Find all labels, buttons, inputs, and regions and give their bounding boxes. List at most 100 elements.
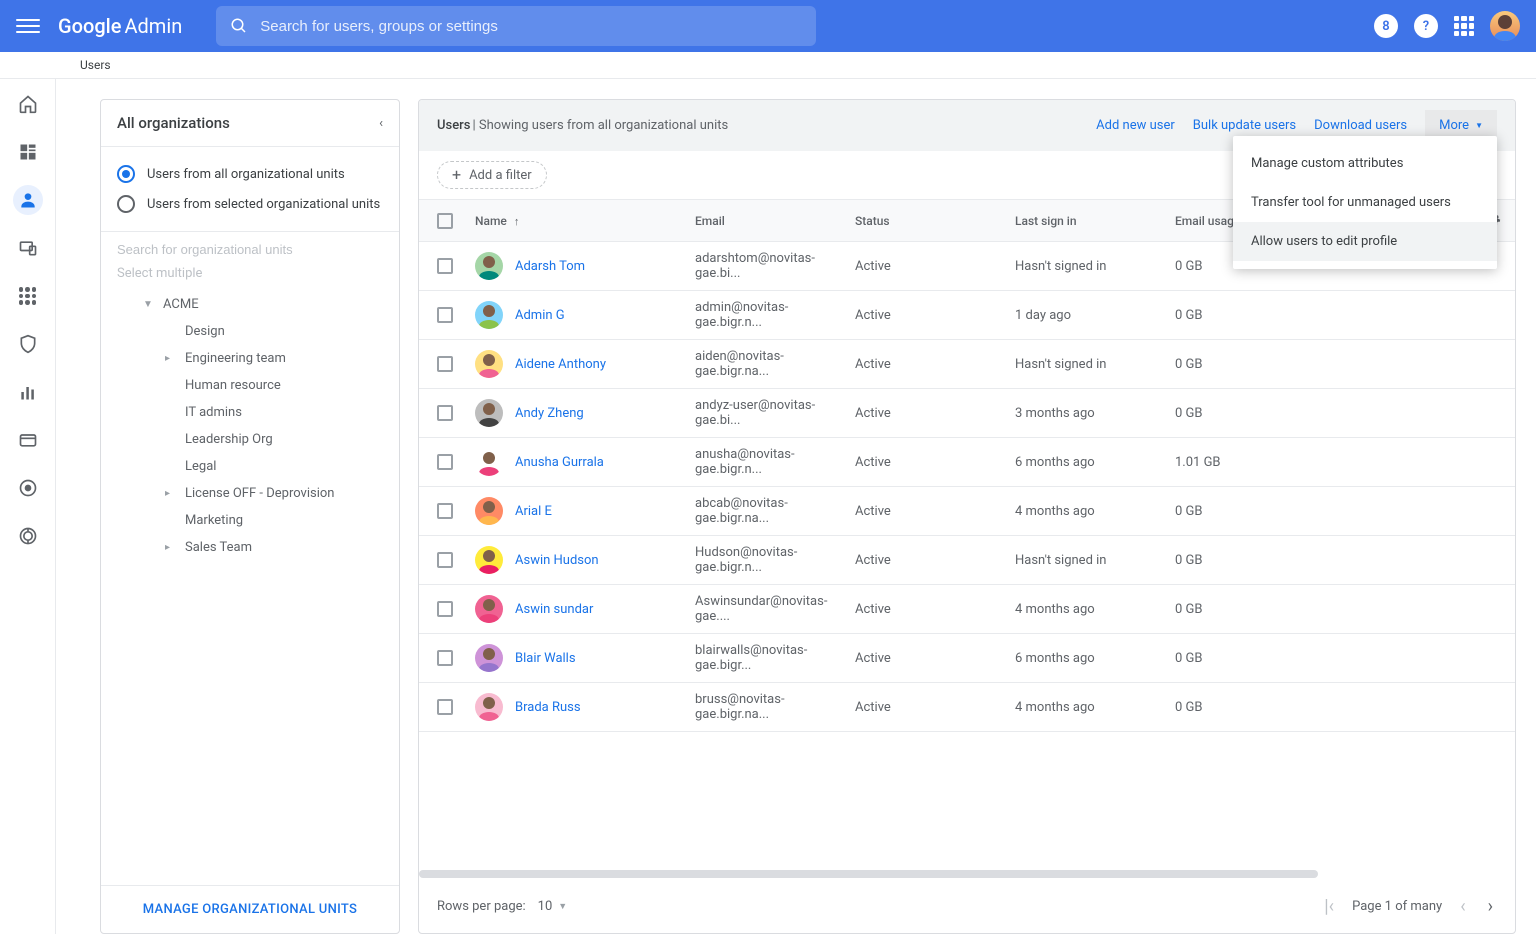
table-row[interactable]: .uavatar[style*='#bdbdbd']::after{backgr… (419, 389, 1515, 438)
add-user-link[interactable]: Add new user (1096, 118, 1175, 133)
bulk-update-link[interactable]: Bulk update users (1193, 118, 1296, 133)
tree-item[interactable]: Human resource (113, 372, 387, 399)
table-row[interactable]: .uavatar[style*='#ffe082']::after{backgr… (419, 340, 1515, 389)
row-checkbox[interactable] (437, 258, 453, 274)
rail-reports-icon[interactable] (13, 377, 43, 407)
rows-per-page-label: Rows per page: (437, 899, 526, 914)
tree-item[interactable]: Leadership Org (113, 426, 387, 453)
tree-item[interactable]: Design (113, 318, 387, 345)
menu-icon[interactable] (16, 14, 40, 38)
user-name-link[interactable]: Adarsh Tom (515, 259, 585, 274)
user-status: Active (847, 291, 1007, 340)
table-row[interactable]: .uavatar[style*='#ffeb3b']::after{backgr… (419, 536, 1515, 585)
row-checkbox[interactable] (437, 356, 453, 372)
org-panel-title: All organizations (117, 114, 230, 132)
row-checkbox[interactable] (437, 601, 453, 617)
account-badge[interactable]: 8 (1374, 14, 1398, 38)
logo[interactable]: Google Admin (58, 14, 182, 38)
manage-org-units-button[interactable]: MANAGE ORGANIZATIONAL UNITS (101, 885, 399, 933)
tree-item[interactable]: ▸License OFF - Deprovision (113, 480, 387, 507)
user-name-link[interactable]: Aswin Hudson (515, 553, 599, 568)
rail-security-icon[interactable] (13, 329, 43, 359)
row-checkbox[interactable] (437, 650, 453, 666)
profile-avatar[interactable] (1490, 11, 1520, 41)
next-page-icon[interactable]: › (1484, 892, 1497, 921)
table-row[interactable]: .uavatar[style*='#ffffff']::after{backgr… (419, 438, 1515, 487)
table-row[interactable]: .uavatar[style*='#ce93d8']::after{backgr… (419, 634, 1515, 683)
rows-per-page-select[interactable]: 10 ▼ (538, 899, 568, 914)
radio-selected-units[interactable]: Users from selected organizational units (117, 189, 383, 219)
org-search-input[interactable] (117, 242, 383, 257)
user-name-link[interactable]: Aidene Anthony (515, 357, 606, 372)
tree-item[interactable]: Legal (113, 453, 387, 480)
rail-users-icon[interactable] (13, 185, 43, 215)
dropdown-item[interactable]: Transfer tool for unmanaged users (1233, 183, 1497, 222)
search-icon (230, 17, 248, 35)
dropdown-item[interactable]: Manage custom attributes (1233, 144, 1497, 183)
tree-label: Marketing (185, 513, 243, 528)
table-row[interactable]: .uavatar[style*='#f8bbd0']::after{backgr… (419, 683, 1515, 732)
column-email[interactable]: Email (687, 200, 847, 242)
help-icon[interactable]: ? (1414, 14, 1438, 38)
column-status[interactable]: Status (847, 200, 1007, 242)
tree-root[interactable]: ▼ ACME (113, 291, 387, 318)
tree-item[interactable]: Marketing (113, 507, 387, 534)
user-name-link[interactable]: Brada Russ (515, 700, 581, 715)
chevron-down-icon: ▼ (558, 901, 567, 912)
row-checkbox[interactable] (437, 699, 453, 715)
rpp-value: 10 (538, 899, 553, 914)
first-page-icon[interactable]: |‹ (1320, 892, 1338, 921)
rail-billing-icon[interactable] (13, 425, 43, 455)
tree-label: Legal (185, 459, 216, 474)
download-users-link[interactable]: Download users (1314, 118, 1407, 133)
user-status: Active (847, 340, 1007, 389)
user-usage: 0 GB (1167, 585, 1475, 634)
table-row[interactable]: .uavatar[style*='#f06292']::after{backgr… (419, 585, 1515, 634)
rail-admin-icon[interactable] (13, 521, 43, 551)
collapse-icon[interactable]: ‹ (379, 116, 383, 131)
tree-item[interactable]: ▸Engineering team (113, 345, 387, 372)
row-checkbox[interactable] (437, 454, 453, 470)
plus-icon: + (452, 167, 461, 183)
user-name-link[interactable]: Blair Walls (515, 651, 576, 666)
user-signin: 4 months ago (1007, 683, 1167, 732)
rail-home-icon[interactable] (13, 89, 43, 119)
row-checkbox[interactable] (437, 307, 453, 323)
table-row[interactable]: .uavatar[style*='#81d4fa']::after{backgr… (419, 291, 1515, 340)
tree-label: ACME (163, 297, 199, 312)
column-name[interactable]: Name ↑ (467, 200, 687, 242)
user-avatar: .uavatar[style*='#bdbdbd']::after{backgr… (475, 399, 503, 427)
tree-item[interactable]: IT admins (113, 399, 387, 426)
horizontal-scrollbar[interactable] (419, 870, 1515, 880)
user-status: Active (847, 585, 1007, 634)
select-multiple-link[interactable]: Select multiple (101, 262, 399, 291)
rail-devices-icon[interactable] (13, 233, 43, 263)
user-name-link[interactable]: Anusha Gurrala (515, 455, 604, 470)
chevron-right-icon: ▸ (165, 542, 185, 553)
column-signin[interactable]: Last sign in (1007, 200, 1167, 242)
page-label: Page 1 of many (1352, 899, 1442, 914)
logo-prefix: Google (58, 14, 121, 38)
user-name-link[interactable]: Andy Zheng (515, 406, 584, 421)
select-all-checkbox[interactable] (437, 213, 453, 229)
tree-item[interactable]: ▸Sales Team (113, 534, 387, 561)
search-box[interactable] (216, 6, 816, 46)
search-input[interactable] (260, 18, 802, 35)
user-name-link[interactable]: Aswin sundar (515, 602, 593, 617)
row-checkbox[interactable] (437, 503, 453, 519)
prev-page-icon[interactable]: ‹ (1456, 892, 1469, 921)
radio-all-units[interactable]: Users from all organizational units (117, 159, 383, 189)
rail-apps-icon[interactable] (13, 281, 43, 311)
dropdown-item[interactable]: Allow users to edit profile (1233, 222, 1497, 261)
rail-account-icon[interactable] (13, 473, 43, 503)
table-row[interactable]: .uavatar[style*='#ff8a65']::after{backgr… (419, 487, 1515, 536)
add-filter-button[interactable]: + Add a filter (437, 161, 547, 189)
rail-dashboard-icon[interactable] (13, 137, 43, 167)
user-name-link[interactable]: Admin G (515, 308, 565, 323)
user-name-link[interactable]: Arial E (515, 504, 552, 519)
row-checkbox[interactable] (437, 552, 453, 568)
apps-grid-icon[interactable] (1454, 16, 1474, 36)
row-checkbox[interactable] (437, 405, 453, 421)
user-email: adarshtom@novitas-gae.bi... (687, 242, 847, 291)
user-signin: 6 months ago (1007, 634, 1167, 683)
